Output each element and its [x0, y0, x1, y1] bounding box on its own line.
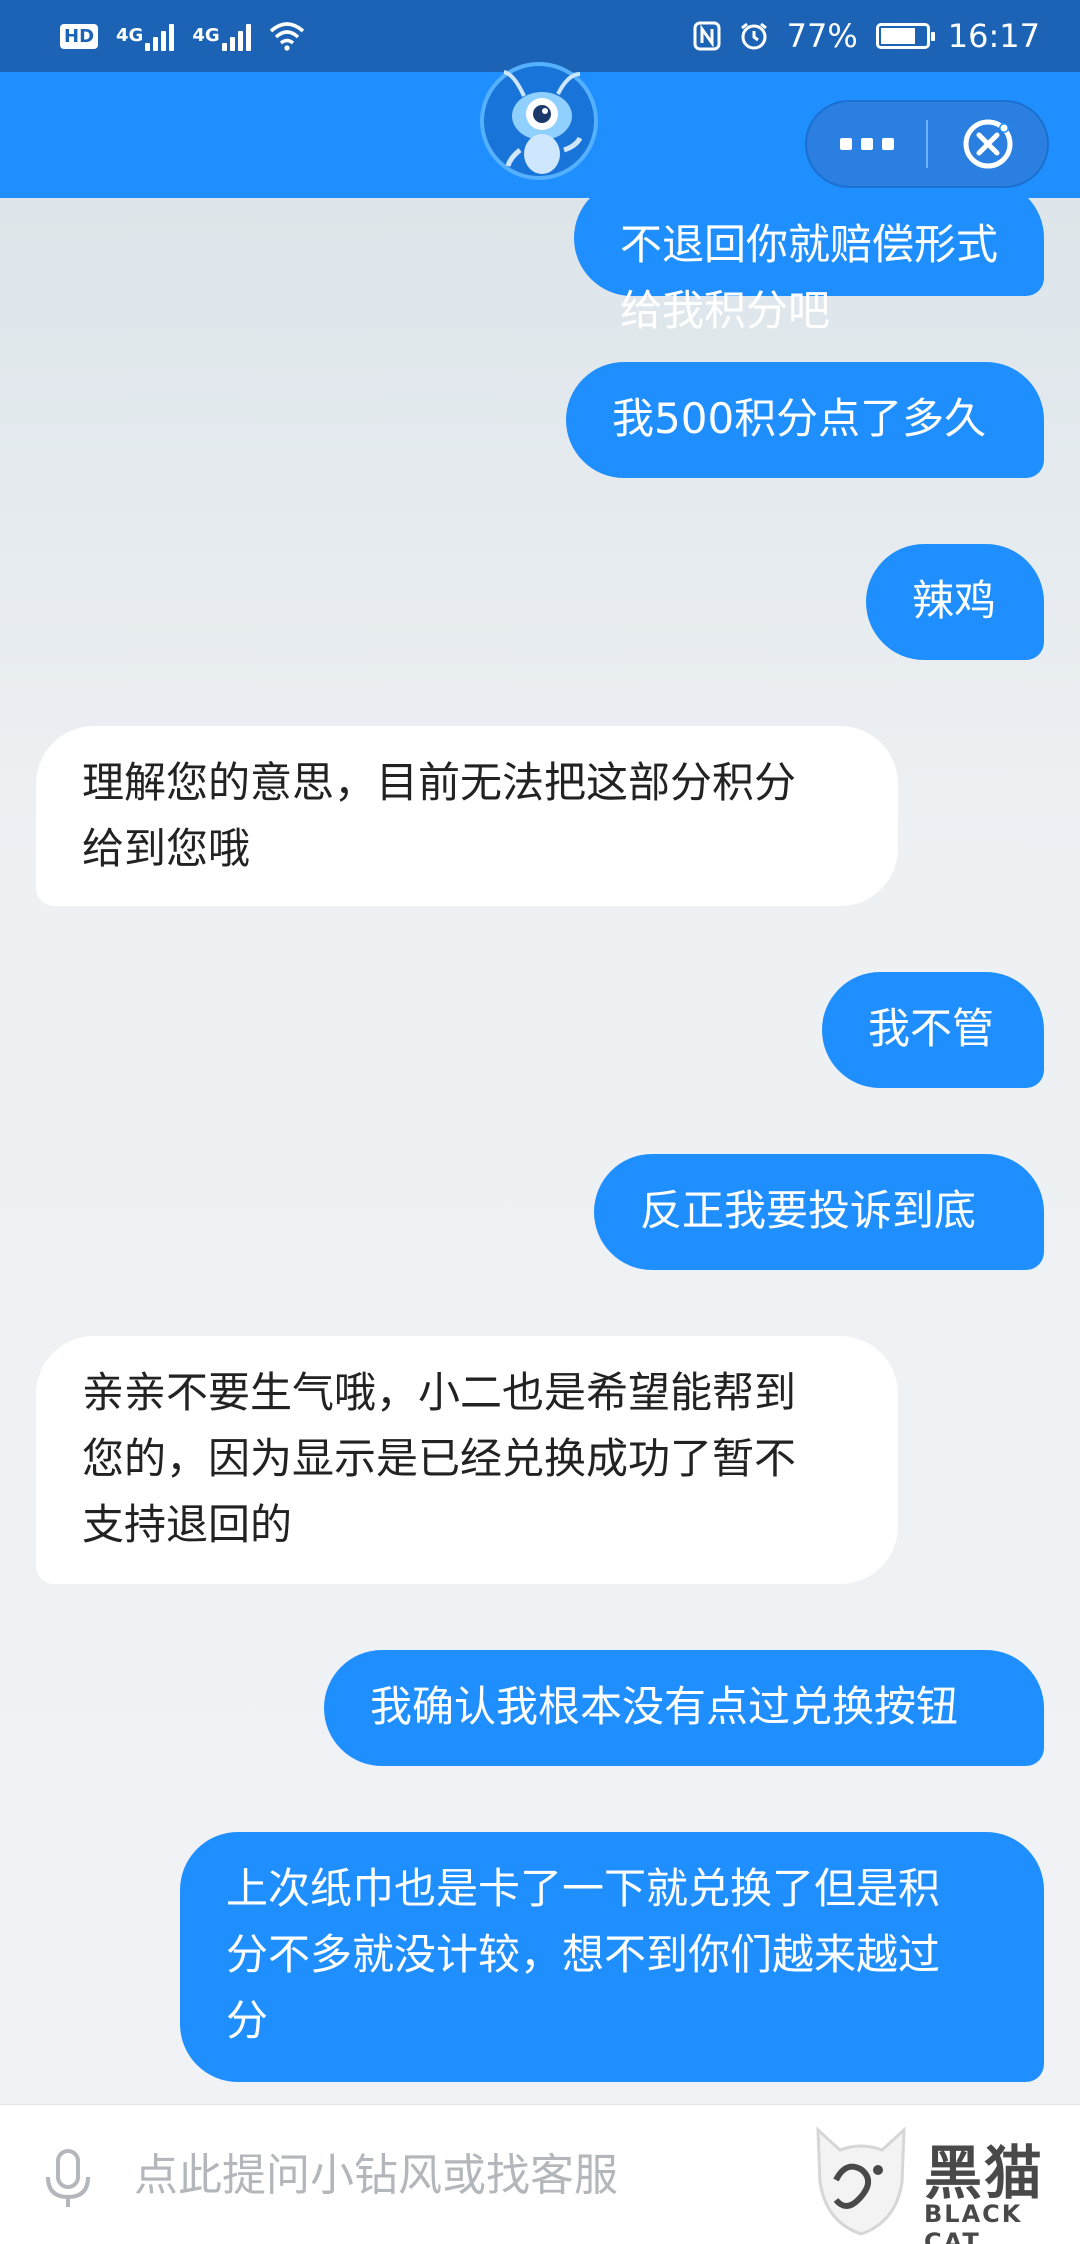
- nfc-icon: [693, 21, 721, 51]
- message-bubble-mine[interactable]: 辣鸡: [866, 544, 1044, 660]
- message-text: 辣鸡: [912, 576, 997, 625]
- message-bubble-mine[interactable]: 我不管: [822, 972, 1044, 1088]
- message-line: 您的，因为显示是已经兑换成功了暂不: [82, 1434, 797, 1483]
- wifi-icon: [269, 22, 304, 51]
- message-bubble-bot[interactable]: 理解您的意思，目前无法把这部分积分 给到您哦: [36, 726, 898, 906]
- alarm-icon: [740, 22, 767, 50]
- status-right: 77% 16:17: [693, 17, 1040, 55]
- cat-logo-icon: [816, 2126, 906, 2236]
- clock: 16:17: [947, 17, 1040, 55]
- signal-bars-2: [221, 21, 251, 51]
- battery-icon: [875, 23, 935, 49]
- signal-bars: [145, 21, 175, 51]
- message-line: 给到您哦: [82, 824, 251, 873]
- question-input[interactable]: 点此提问小钻风或找客服: [134, 2143, 618, 2209]
- message-line: 亲亲不要生气哦，小二也是希望能帮到: [82, 1368, 797, 1417]
- message-bubble-mine[interactable]: 不退回你就赔偿形式给我积分吧: [574, 198, 1044, 335]
- message-text: 不退回你就赔偿形式给我积分吧: [620, 220, 999, 335]
- mini-program-capsule: [805, 100, 1049, 188]
- chat-area[interactable]: 不退回你就赔偿形式给我积分吧 我500积分点了多久 辣鸡 理解您的意思，目前无法…: [0, 198, 1080, 2104]
- battery-percent: 77%: [786, 17, 858, 55]
- black-cat-watermark: 黑猫 BLACK CAT: [806, 2120, 1076, 2244]
- watermark-en: BLACK CAT: [924, 2200, 1023, 2244]
- watermark-cn: 黑猫: [924, 2139, 1045, 2207]
- message-bubble-mine[interactable]: 我500积分点了多久: [566, 362, 1044, 478]
- message-bubble-bot[interactable]: 亲亲不要生气哦，小二也是希望能帮到 您的，因为显示是已经兑换成功了暂不 支持退回…: [36, 1336, 898, 1584]
- message-text: 我确认我根本没有点过兑换按钮: [370, 1682, 959, 1731]
- message-line: 分: [226, 1996, 269, 2045]
- signal-icon: 4G: [116, 21, 175, 51]
- hd-icon: HD: [60, 23, 99, 49]
- message-line: 支持退回的: [82, 1500, 293, 1549]
- message-line: 分不多就没计较，想不到你们越来越过: [226, 1930, 941, 1979]
- message-line: 理解您的意思，目前无法把这部分积分: [82, 758, 797, 807]
- message-bubble-mine[interactable]: 反正我要投诉到底: [594, 1154, 1044, 1270]
- microphone-icon[interactable]: [40, 2147, 96, 2211]
- network-type-label-2: 4G: [192, 25, 220, 46]
- message-bubble-mine[interactable]: 我确认我根本没有点过兑换按钮: [324, 1650, 1044, 1766]
- message-line: 上次纸巾也是卡了一下就兑换了但是积: [226, 1864, 941, 1913]
- ant-mascot-icon[interactable]: [480, 62, 598, 180]
- battery-fill: [880, 28, 915, 44]
- mascot-drawing: [503, 70, 583, 174]
- more-dots-icon[interactable]: [807, 102, 926, 186]
- mini-program-close-icon[interactable]: [928, 102, 1047, 186]
- message-text: 反正我要投诉到底: [640, 1186, 977, 1235]
- message-text: 我不管: [868, 1004, 995, 1053]
- network-type-label: 4G: [116, 25, 144, 46]
- signal-icon-2: 4G: [192, 21, 251, 51]
- message-bubble-mine[interactable]: 上次纸巾也是卡了一下就兑换了但是积 分不多就没计较，想不到你们越来越过 分: [180, 1832, 1044, 2082]
- status-left: HD 4G 4G: [60, 21, 305, 51]
- message-text: 我500积分点了多久: [612, 394, 987, 443]
